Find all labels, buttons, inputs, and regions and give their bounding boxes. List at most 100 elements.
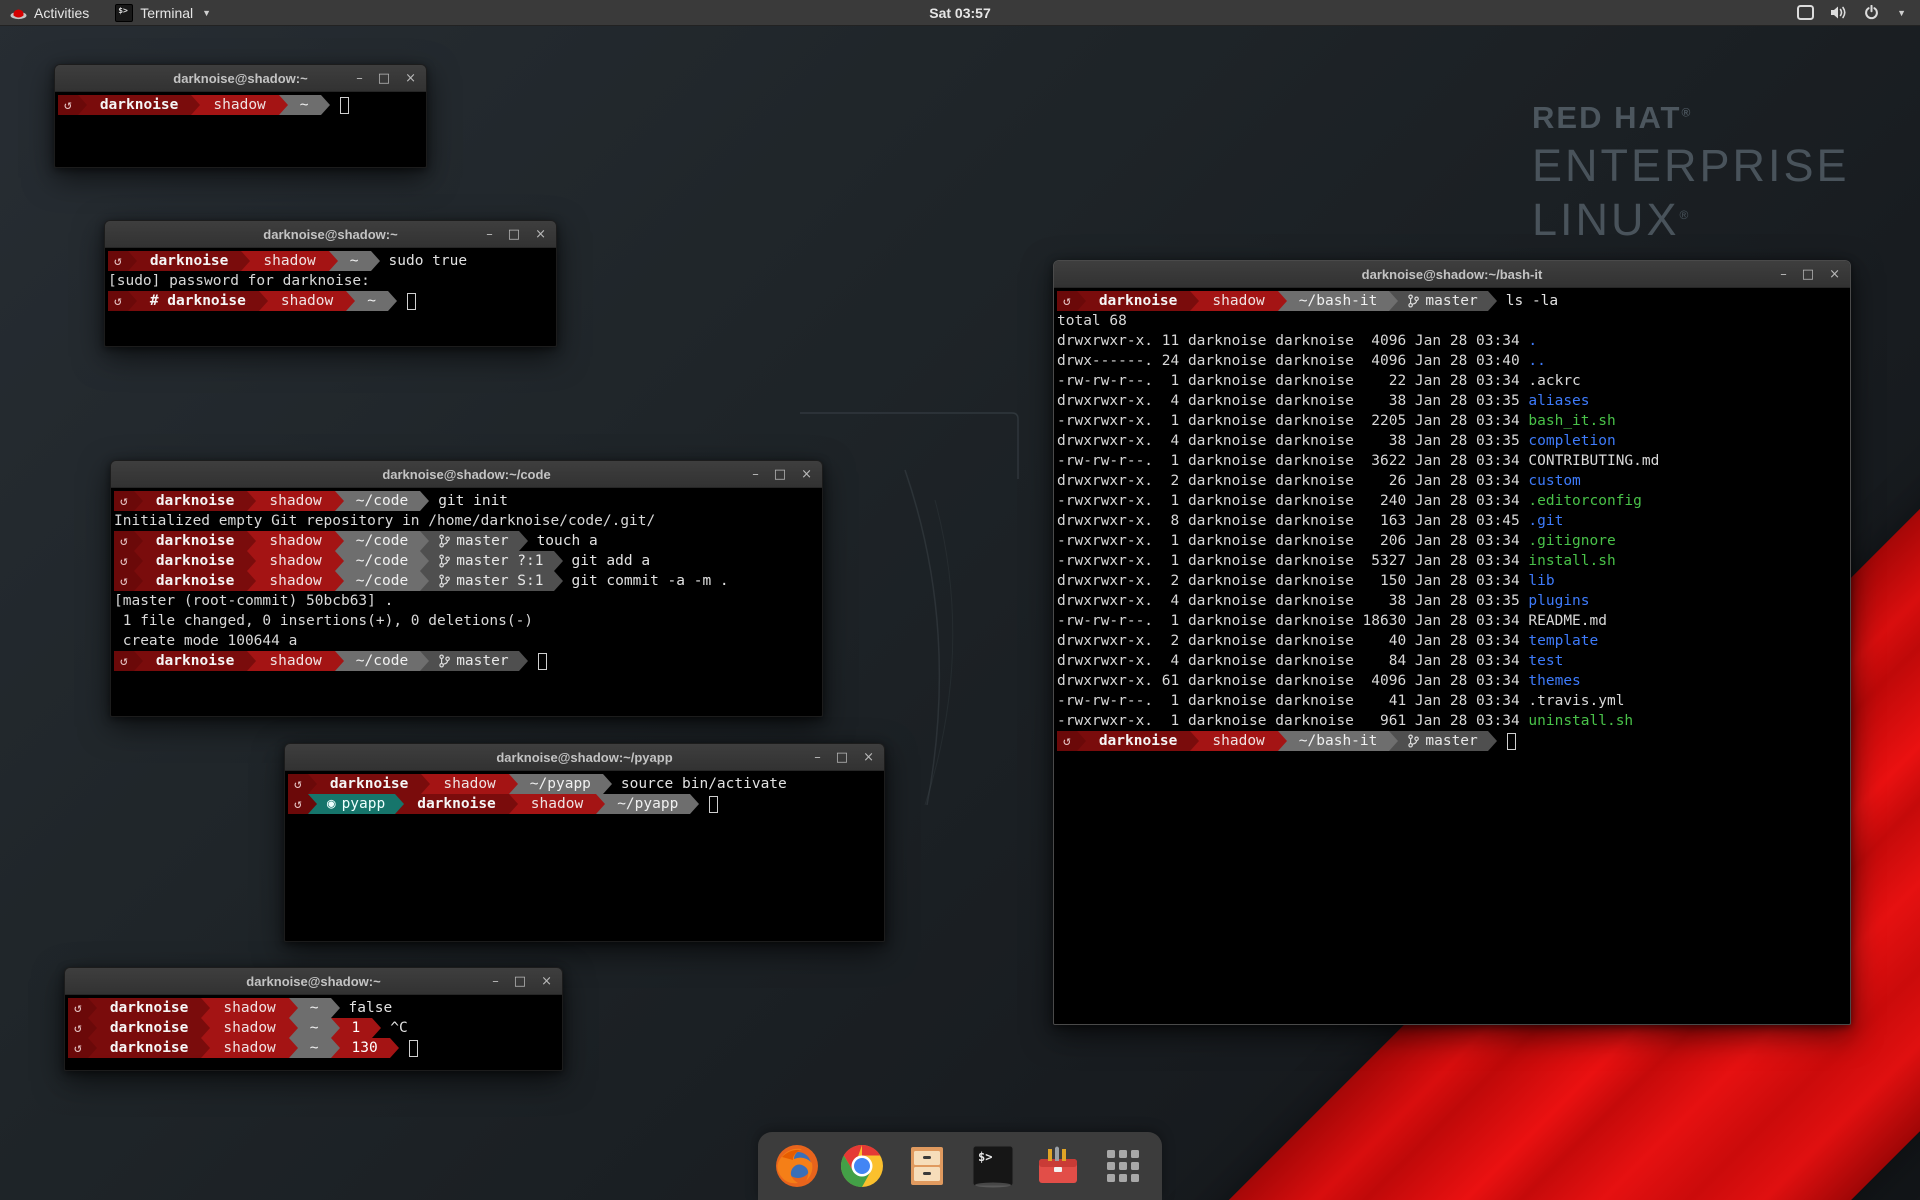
close-button[interactable]: × <box>405 72 416 85</box>
file-name: lib <box>1528 573 1554 589</box>
volume-icon[interactable] <box>1830 5 1848 20</box>
window-title: darknoise@shadow:~ <box>263 227 397 242</box>
close-button[interactable]: × <box>535 228 546 241</box>
command-text: ls -la <box>1497 293 1558 309</box>
prompt-segment-git: master <box>429 651 518 671</box>
powerline-separator-icon <box>247 651 256 671</box>
maximize-button[interactable]: □ <box>378 72 390 85</box>
powerline-separator-icon <box>289 1038 298 1058</box>
maximize-button[interactable]: □ <box>774 468 786 481</box>
powerline-separator-icon <box>1077 731 1086 751</box>
window-title: darknoise@shadow:~/pyapp <box>496 750 672 765</box>
file-name: test <box>1528 653 1563 669</box>
minimize-button[interactable]: – <box>752 468 759 481</box>
powerline-separator-icon <box>308 794 317 814</box>
terminal-window-home-1: darknoise@shadow:~–□×↺darknoiseshadow~ <box>54 64 427 168</box>
powerline-separator-icon <box>519 531 528 551</box>
file-name: .. <box>1528 353 1545 369</box>
powerline-separator-icon <box>134 491 143 511</box>
git-branch-icon <box>439 574 450 588</box>
window-titlebar[interactable]: darknoise@shadow:~/bash-it–□× <box>1054 261 1850 288</box>
prompt-line: ↺◉pyappdarknoiseshadow~/pyapp <box>288 794 882 814</box>
git-branch-icon <box>439 554 450 568</box>
dock-firefox-icon[interactable] <box>771 1140 823 1192</box>
file-list-row: drwxrwxr-x. 4 darknoise darknoise 38 Jan… <box>1057 431 1848 451</box>
maximize-button[interactable]: □ <box>514 975 526 988</box>
powerline-separator-icon <box>420 551 429 571</box>
close-button[interactable]: × <box>801 468 812 481</box>
prompt-segment-user: darknoise <box>87 95 192 115</box>
prompt-line: ↺darknoiseshadow~/codemastertouch a <box>114 531 820 551</box>
close-button[interactable]: × <box>1829 268 1840 281</box>
prompt-line: ↺darknoiseshadow~1^C <box>68 1018 560 1038</box>
terminal-content[interactable]: ↺darknoiseshadow~false↺darknoiseshadow~1… <box>65 995 562 1070</box>
maximize-button[interactable]: □ <box>508 228 520 241</box>
power-icon[interactable] <box>1864 5 1879 20</box>
maximize-button[interactable]: □ <box>1802 268 1814 281</box>
file-list-row: drwxrwxr-x. 8 darknoise darknoise 163 Ja… <box>1057 511 1848 531</box>
app-menu-terminal[interactable]: $> Terminal ▼ <box>105 0 221 26</box>
prompt-swirl-icon: ↺ <box>68 1038 88 1058</box>
prompt-segment-exit: 1 <box>340 1018 373 1038</box>
terminal-content[interactable]: ↺darknoiseshadow~ <box>55 92 426 167</box>
powerline-separator-icon <box>134 531 143 551</box>
terminal-content[interactable]: ↺darknoiseshadow~/codegit initInitialize… <box>111 488 822 716</box>
prompt-segment-user: darknoise <box>143 551 248 571</box>
powerline-separator-icon <box>346 291 355 311</box>
close-button[interactable]: × <box>863 751 874 764</box>
window-titlebar[interactable]: darknoise@shadow:~–□× <box>55 65 426 92</box>
file-name: plugins <box>1528 593 1589 609</box>
window-titlebar[interactable]: darknoise@shadow:~ – □ × <box>65 968 562 995</box>
maximize-button[interactable]: □ <box>836 751 848 764</box>
dock-files-icon[interactable] <box>901 1140 953 1192</box>
file-attributes: drwxrwxr-x. 2 darknoise darknoise 40 Jan… <box>1057 633 1528 649</box>
prompt-segment-path: ~/bash-it <box>1287 731 1390 751</box>
close-button[interactable]: × <box>541 975 552 988</box>
prompt-segment-user: darknoise <box>137 251 242 271</box>
prompt-segment-path: ~/code <box>344 491 420 511</box>
powerline-separator-icon <box>331 1038 340 1058</box>
powerline-separator-icon <box>554 571 563 591</box>
dock: $> <box>758 1132 1162 1200</box>
window-titlebar[interactable]: darknoise@shadow:~/pyapp – □ × <box>285 744 884 771</box>
minimize-button[interactable]: – <box>1780 268 1787 281</box>
terminal-output-line: create mode 100644 a <box>114 631 820 651</box>
file-list-row: -rw-rw-r--. 1 darknoise darknoise 22 Jan… <box>1057 371 1848 391</box>
prompt-segment-host: shadow <box>256 651 334 671</box>
powerline-separator-icon <box>335 571 344 591</box>
powerline-separator-icon <box>509 794 518 814</box>
clock[interactable]: Sat 03:57 <box>929 5 990 21</box>
window-title: darknoise@shadow:~ <box>246 974 380 989</box>
terminal-content[interactable]: ↺darknoiseshadow~/bash-itmasterls -latot… <box>1054 288 1850 1024</box>
file-name: . <box>1528 333 1537 349</box>
activities-button[interactable]: Activities <box>8 0 99 26</box>
minimize-button[interactable]: – <box>814 751 821 764</box>
dock-terminal-icon[interactable]: $> <box>967 1140 1019 1192</box>
terminal-output-line: Initialized empty Git repository in /hom… <box>114 511 820 531</box>
prompt-line: ↺darknoiseshadow~/bash-itmasterls -la <box>1057 291 1848 311</box>
window-titlebar[interactable]: darknoise@shadow:~ – □ × <box>105 221 556 248</box>
command-text: sudo true <box>380 253 468 269</box>
terminal-content[interactable]: ↺darknoiseshadow~/pyappsource bin/activa… <box>285 771 884 941</box>
terminal-content[interactable]: ↺darknoiseshadow~sudo true[sudo] passwor… <box>105 248 556 346</box>
prompt-segment-user: darknoise <box>97 1018 202 1038</box>
svg-text:$>: $> <box>978 1150 992 1164</box>
dock-chrome-icon[interactable] <box>836 1140 888 1192</box>
powerline-separator-icon <box>134 571 143 591</box>
prompt-line: ↺darknoiseshadow~ <box>58 95 424 115</box>
prompt-swirl-icon: ↺ <box>68 998 88 1018</box>
minimize-button[interactable]: – <box>492 975 499 988</box>
powerline-separator-icon <box>279 95 288 115</box>
powerline-separator-icon <box>289 998 298 1018</box>
display-status-icon[interactable] <box>1797 5 1814 20</box>
dock-toolbox-icon[interactable] <box>1032 1140 1084 1192</box>
system-menu-caret-icon[interactable]: ▼ <box>1897 8 1906 18</box>
minimize-button[interactable]: – <box>486 228 493 241</box>
file-list-row: drwx------. 24 darknoise darknoise 4096 … <box>1057 351 1848 371</box>
powerline-separator-icon <box>509 774 518 794</box>
window-titlebar[interactable]: darknoise@shadow:~/code–□× <box>111 461 822 488</box>
minimize-button[interactable]: – <box>356 72 363 85</box>
powerline-separator-icon <box>247 531 256 551</box>
dock-app-grid-icon[interactable] <box>1097 1140 1149 1192</box>
command-text: touch a <box>528 533 598 549</box>
